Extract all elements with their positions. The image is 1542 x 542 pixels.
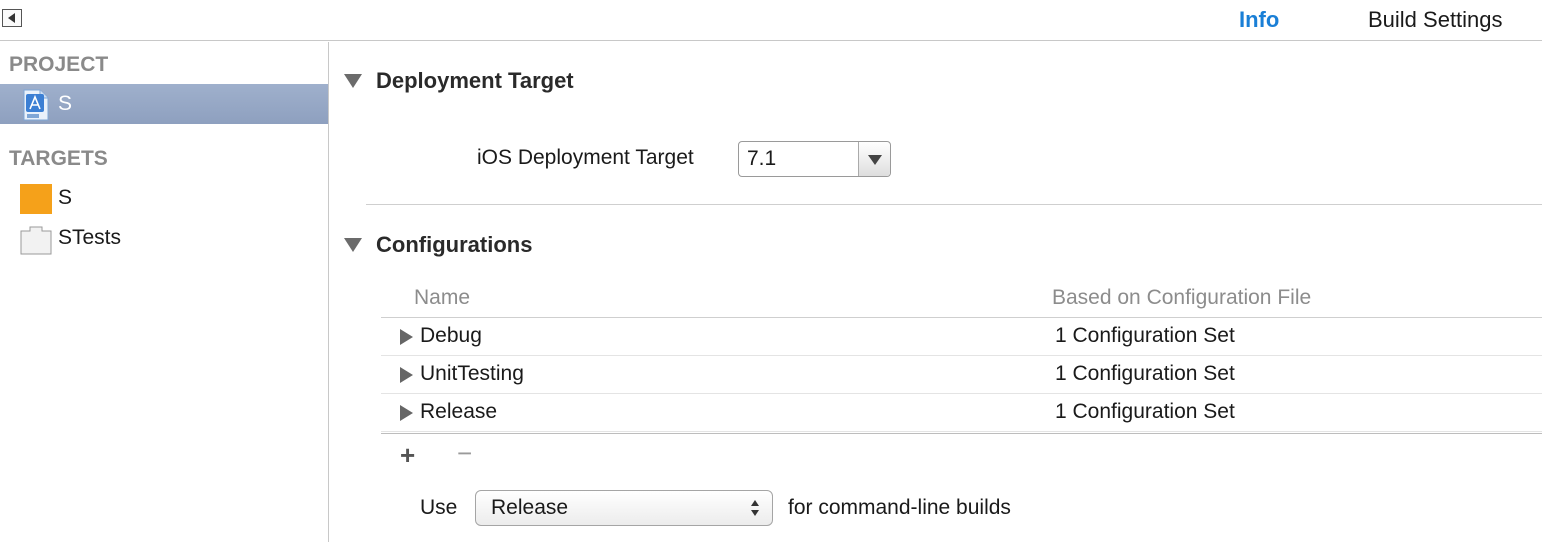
xcode-project-icon xyxy=(20,89,52,121)
app-target-icon xyxy=(20,183,52,215)
section-title: Deployment Target xyxy=(376,68,574,93)
project-info-editor: Deployment Target iOS Deployment Target … xyxy=(330,42,1542,542)
targets-header: TARGETS xyxy=(9,147,108,170)
tab-build-settings[interactable]: Build Settings xyxy=(1368,7,1503,33)
sidebar-item-label: S xyxy=(58,186,73,209)
remove-configuration-button[interactable]: − xyxy=(457,438,472,469)
use-label: Use xyxy=(420,496,458,519)
back-arrow-icon[interactable] xyxy=(2,9,22,27)
expand-triangle-icon[interactable] xyxy=(400,329,413,345)
sidebar-item-label: STests xyxy=(58,226,122,249)
config-based-on: 1 Configuration Set xyxy=(1055,400,1235,423)
sidebar-item-label: S xyxy=(58,92,73,115)
table-row[interactable]: UnitTesting 1 Configuration Set xyxy=(381,356,1542,394)
expand-triangle-icon[interactable] xyxy=(400,367,413,383)
section-divider xyxy=(366,204,1542,205)
section-title: Configurations xyxy=(376,232,533,257)
disclosure-triangle-icon[interactable] xyxy=(344,74,362,88)
command-line-builds-label: for command-line builds xyxy=(788,496,1011,519)
config-name: UnitTesting xyxy=(420,362,524,385)
project-navigator-sidebar: PROJECT S TARGETS S STests xyxy=(0,42,329,542)
config-name: Debug xyxy=(420,324,482,347)
column-header-based-on[interactable]: Based on Configuration File xyxy=(1052,286,1311,310)
ios-deployment-target-value[interactable]: 7.1 xyxy=(747,147,776,171)
combobox-dropdown-button[interactable] xyxy=(858,142,890,176)
project-header: PROJECT xyxy=(9,53,109,76)
command-line-config-select[interactable]: Release xyxy=(475,490,773,526)
test-bundle-icon xyxy=(20,223,52,255)
config-name: Release xyxy=(420,400,498,423)
table-divider xyxy=(381,433,1542,434)
config-based-on: 1 Configuration Set xyxy=(1055,362,1235,385)
disclosure-triangle-icon[interactable] xyxy=(344,238,362,252)
sidebar-item-target-stests[interactable]: STests xyxy=(0,218,328,258)
ios-deployment-target-combobox[interactable]: 7.1 xyxy=(738,141,891,177)
editor-top-bar: Info Build Settings xyxy=(0,0,1542,41)
up-down-arrows-icon xyxy=(750,499,760,517)
sidebar-item-target-s[interactable]: S xyxy=(0,178,328,218)
column-header-name[interactable]: Name xyxy=(414,286,470,310)
config-based-on: 1 Configuration Set xyxy=(1055,324,1235,347)
selected-config: Release xyxy=(491,496,569,519)
ios-deployment-target-label: iOS Deployment Target xyxy=(477,146,694,169)
sidebar-item-project-s[interactable]: S xyxy=(0,84,328,124)
expand-triangle-icon[interactable] xyxy=(400,405,413,421)
add-configuration-button[interactable]: + xyxy=(400,440,415,471)
table-row[interactable]: Release 1 Configuration Set xyxy=(381,394,1542,432)
configurations-section-header[interactable]: Configurations xyxy=(344,232,533,258)
chevron-down-icon xyxy=(868,155,882,165)
table-row[interactable]: Debug 1 Configuration Set xyxy=(381,318,1542,356)
deployment-target-section-header[interactable]: Deployment Target xyxy=(344,68,574,94)
tab-info[interactable]: Info xyxy=(1239,7,1279,33)
